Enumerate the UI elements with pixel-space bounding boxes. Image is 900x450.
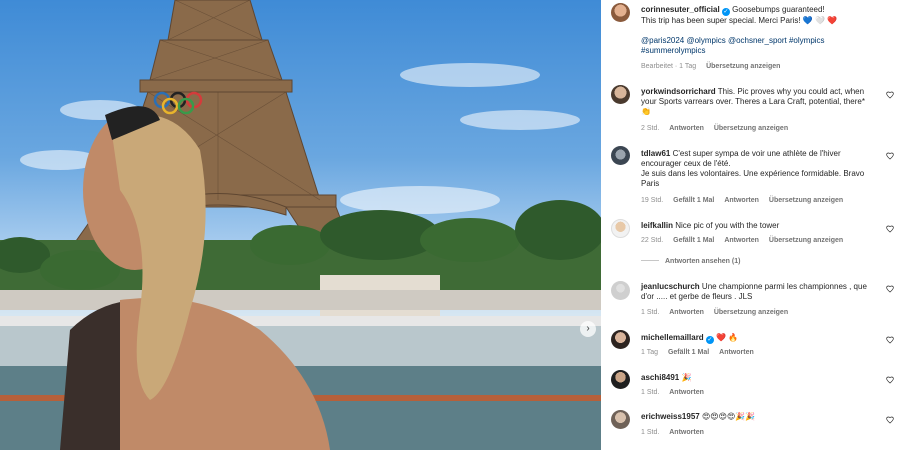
comment-text-line: 👏 xyxy=(641,107,651,116)
comment-username[interactable]: michellemaillard xyxy=(641,333,704,342)
comment-text-line: encourager ceux de l'été. xyxy=(641,159,731,168)
comment-7: erichweiss1957 😍😍😍😍🎉🎉 xyxy=(641,412,755,422)
comment-translate-link[interactable]: Übersetzung anzeigen xyxy=(714,125,788,132)
comment-text-line: Je suis dans les volontaires. Une expéri… xyxy=(641,169,865,178)
comment-text-line: your Sports varrears over. Theres a Lara… xyxy=(641,97,865,106)
comment-meta: 1 Std. Antworten xyxy=(641,428,712,437)
comment-2: tdlaw61 C'est super sympa de voir une at… xyxy=(641,149,864,189)
author-avatar[interactable] xyxy=(611,3,630,22)
comment-text-line: C'est super sympa de voir une athlète de… xyxy=(672,149,841,158)
comment-4: jeanlucschurch Une championne parmi les … xyxy=(641,282,867,302)
comment-username[interactable]: tdlaw61 xyxy=(641,149,670,158)
instagram-post-view: › corinnesuter_official ✓ Goosebumps gua… xyxy=(0,0,900,450)
heart-outline-icon[interactable] xyxy=(886,336,894,344)
post-edited-time: Bearbeitet · 1 Tag xyxy=(641,63,697,70)
caption-hashtags-1[interactable]: @paris2024 @olympics @ochsner_sport #oly… xyxy=(641,36,837,46)
view-replies-label: Antworten ansehen (1) xyxy=(665,258,741,265)
comment-reply-button[interactable]: Antworten xyxy=(669,429,704,436)
comment-avatar[interactable] xyxy=(611,281,630,300)
comment-translate-link[interactable]: Übersetzung anzeigen xyxy=(769,197,843,204)
comment-time: 1 Tag xyxy=(641,349,658,356)
comment-meta: 1 Std. Antworten Übersetzung anzeigen xyxy=(641,308,796,317)
verified-badge-icon: ✓ xyxy=(705,336,714,344)
view-replies-button[interactable]: Antworten ansehen (1) xyxy=(641,258,740,265)
comment-time: 22 Std. xyxy=(641,237,664,244)
caption-line-1: Goosebumps guaranteed! xyxy=(732,5,825,14)
embankment xyxy=(0,290,601,310)
heart-outline-icon[interactable] xyxy=(886,152,894,160)
comment-meta: 19 Std. Gefällt 1 Mal Antworten Übersetz… xyxy=(641,196,851,205)
comment-avatar[interactable] xyxy=(611,219,630,238)
comment-time: 1 Std. xyxy=(641,389,660,396)
comment-reply-button[interactable]: Antworten xyxy=(669,309,704,316)
comment-translate-link[interactable]: Übersetzung anzeigen xyxy=(769,237,843,244)
post-photo[interactable]: › xyxy=(0,0,601,450)
comment-time: 1 Std. xyxy=(641,429,660,436)
comment-time: 1 Std. xyxy=(641,309,660,316)
comment-reply-button[interactable]: Antworten xyxy=(724,197,759,204)
next-image-button[interactable]: › xyxy=(580,321,596,337)
comment-username[interactable]: yorkwindsorrichard xyxy=(641,87,716,96)
comment-text-line: This. Pic proves why you could act, when xyxy=(717,87,865,96)
comment-reply-button[interactable]: Antworten xyxy=(724,237,759,244)
comment-meta: 22 Std. Gefällt 1 Mal Antworten Übersetz… xyxy=(641,236,851,245)
view-replies-divider xyxy=(641,260,659,261)
verified-badge-icon: ✓ xyxy=(721,8,730,16)
caption-hashtags-2[interactable]: #summerolympics xyxy=(641,46,837,56)
author-username[interactable]: corinnesuter_official xyxy=(641,5,720,14)
comment-avatar[interactable] xyxy=(611,146,630,165)
comment-username[interactable]: erichweiss1957 xyxy=(641,412,700,421)
post-meta: Bearbeitet · 1 Tag Übersetzung anzeigen xyxy=(641,62,788,71)
comment-reply-button[interactable]: Antworten xyxy=(669,125,704,132)
comment-likes[interactable]: Gefällt 1 Mal xyxy=(673,197,714,204)
heart-outline-icon[interactable] xyxy=(886,285,894,293)
heart-outline-icon[interactable] xyxy=(886,416,894,424)
comment-avatar[interactable] xyxy=(611,410,630,429)
comment-text-line: ❤️ 🔥 xyxy=(716,333,739,342)
comment-text-line: Nice pic of you with the tower xyxy=(675,221,780,230)
comment-meta: 1 Std. Antworten xyxy=(641,388,712,397)
comment-time: 2 Std. xyxy=(641,125,660,132)
comment-likes[interactable]: Gefällt 1 Mal xyxy=(673,237,714,244)
comment-avatar[interactable] xyxy=(611,330,630,349)
heart-outline-icon[interactable] xyxy=(886,376,894,384)
comment-likes[interactable]: Gefällt 1 Mal xyxy=(668,349,709,356)
comment-avatar[interactable] xyxy=(611,85,630,104)
comment-text-line: Paris xyxy=(641,179,660,188)
comment-text-line: 🎉 xyxy=(681,373,692,382)
comment-5: michellemaillard ✓ ❤️ 🔥 xyxy=(641,333,738,344)
post-translate-link[interactable]: Übersetzung anzeigen xyxy=(706,63,780,70)
comment-text-line: 😍😍😍😍🎉🎉 xyxy=(701,412,756,421)
post-caption: corinnesuter_official ✓ Goosebumps guara… xyxy=(641,5,837,56)
comment-3: leifkallin Nice pic of you with the towe… xyxy=(641,221,779,231)
chevron-right-icon: › xyxy=(586,323,590,334)
comment-reply-button[interactable]: Antworten xyxy=(669,389,704,396)
comment-time: 19 Std. xyxy=(641,197,664,204)
eiffel-tower-scene xyxy=(0,0,601,450)
caption-line-2: This trip has been super special. Merci … xyxy=(641,16,838,25)
comment-text-line: Une championne parmi les championnes , q… xyxy=(701,282,867,291)
comment-username[interactable]: aschi8491 xyxy=(641,373,679,382)
comment-meta: 2 Std. Antworten Übersetzung anzeigen xyxy=(641,124,796,133)
comment-1: yorkwindsorrichard This. Pic proves why … xyxy=(641,87,865,117)
comment-translate-link[interactable]: Übersetzung anzeigen xyxy=(714,309,788,316)
comment-username[interactable]: leifkallin xyxy=(641,221,673,230)
heart-outline-icon[interactable] xyxy=(886,91,894,99)
comment-text-line: d'or ..... et gerbe de fleurs . JLS xyxy=(641,292,753,301)
comment-avatar[interactable] xyxy=(611,370,630,389)
comment-meta: 1 Tag Gefällt 1 Mal Antworten xyxy=(641,348,762,357)
comment-username[interactable]: jeanlucschurch xyxy=(641,282,700,291)
comment-reply-button[interactable]: Antworten xyxy=(719,349,754,356)
heart-outline-icon[interactable] xyxy=(886,225,894,233)
comment-6: aschi8491 🎉 xyxy=(641,373,691,383)
